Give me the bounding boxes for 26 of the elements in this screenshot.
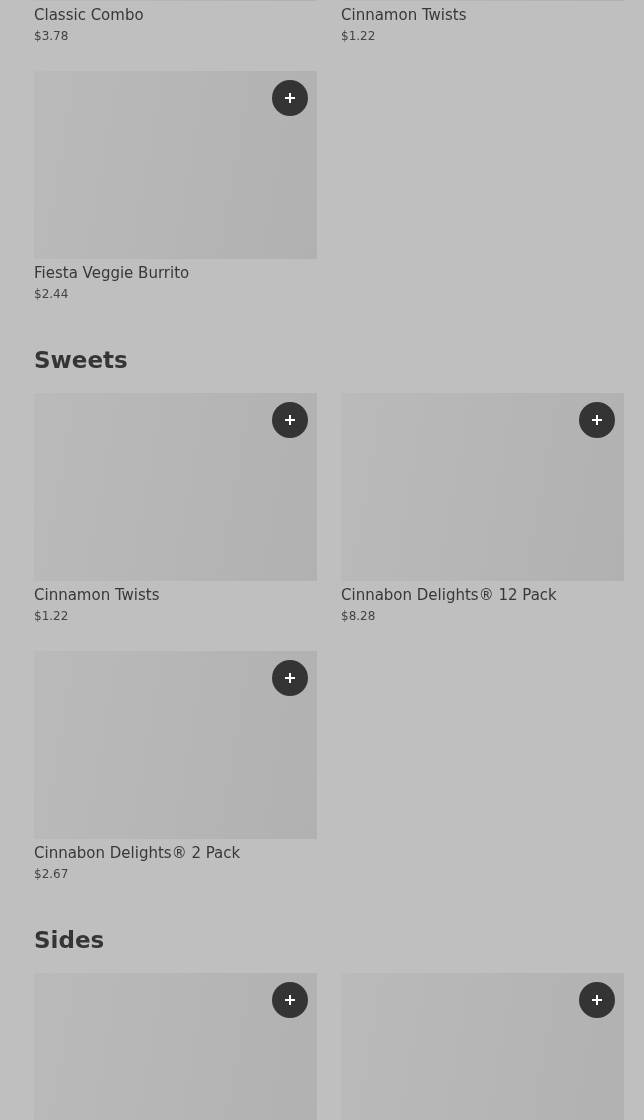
plus-icon: [591, 994, 603, 1006]
item-price: $8.28: [341, 609, 377, 624]
plus-icon: [591, 414, 603, 426]
add-button[interactable]: [272, 402, 308, 438]
item-name: Cinnamon Twists: [341, 6, 468, 24]
add-button[interactable]: [579, 982, 615, 1018]
section-heading: Sides: [34, 926, 106, 955]
plus-icon: [284, 414, 296, 426]
item-price: $1.22: [341, 29, 377, 44]
plus-icon: [284, 672, 296, 684]
add-button[interactable]: [272, 80, 308, 116]
item-name: Fiesta Veggie Burrito: [34, 264, 191, 282]
item-price: $3.78: [34, 29, 70, 44]
item-price: $2.44: [34, 287, 70, 302]
item-price: $1.22: [34, 609, 70, 624]
item-name: Cinnabon Delights® 2 Pack: [34, 844, 242, 862]
item-name: Cinnabon Delights® 12 Pack: [341, 586, 558, 604]
item-name: Cinnamon Twists: [34, 586, 161, 604]
item-price: $2.67: [34, 867, 70, 882]
add-button[interactable]: [272, 660, 308, 696]
item-name: Classic Combo: [34, 6, 145, 24]
plus-icon: [284, 92, 296, 104]
plus-icon: [284, 994, 296, 1006]
add-button[interactable]: [272, 982, 308, 1018]
add-button[interactable]: [579, 402, 615, 438]
section-heading: Sweets: [34, 346, 129, 375]
